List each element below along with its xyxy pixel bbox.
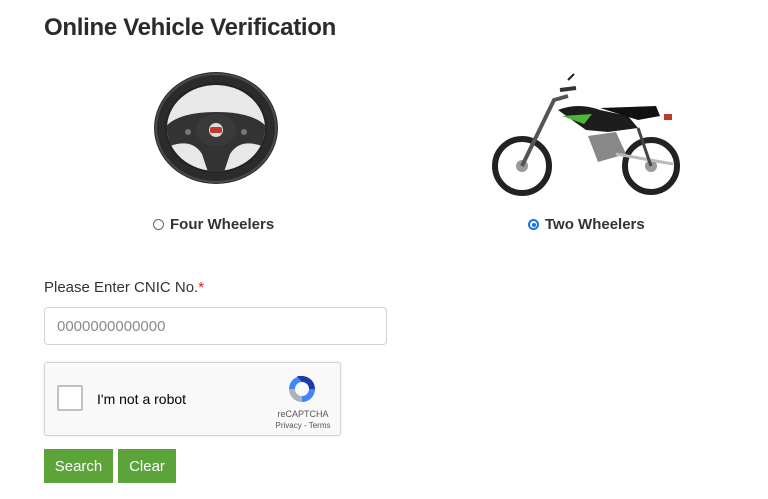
radio-four-wheelers[interactable]: Four Wheelers [153, 216, 274, 233]
radio-four-wheelers-label: Four Wheelers [170, 216, 275, 233]
required-mark: * [198, 279, 205, 296]
radio-two-wheelers[interactable]: Two Wheelers [528, 216, 645, 233]
cnic-label: Please Enter CNIC No.* [44, 279, 204, 296]
recaptcha-widget: I'm not a robot reCAPTCHA Privacy - Term… [44, 362, 341, 436]
cnic-label-text: Please Enter CNIC No. [44, 279, 199, 296]
four-wheeler-image[interactable] [150, 68, 282, 186]
recaptcha-logo-icon [289, 376, 315, 402]
steering-wheel-icon [154, 72, 278, 184]
motorcycle-icon [492, 73, 680, 196]
recaptcha-label: I'm not a robot [97, 391, 187, 407]
two-wheeler-image[interactable] [488, 70, 688, 196]
search-button[interactable]: Search [44, 449, 113, 483]
recaptcha-privacy-terms[interactable]: Privacy - Terms [265, 421, 341, 430]
radio-two-wheelers-label: Two Wheelers [545, 216, 645, 233]
clear-button[interactable]: Clear [118, 449, 176, 483]
recaptcha-checkbox[interactable] [57, 385, 83, 411]
radio-four-wheelers-circle[interactable] [153, 219, 164, 230]
cnic-input[interactable] [44, 307, 387, 345]
page-title: Online Vehicle Verification [44, 14, 337, 41]
recaptcha-brand: reCAPTCHA [277, 409, 329, 419]
radio-two-wheelers-circle[interactable] [528, 219, 539, 230]
